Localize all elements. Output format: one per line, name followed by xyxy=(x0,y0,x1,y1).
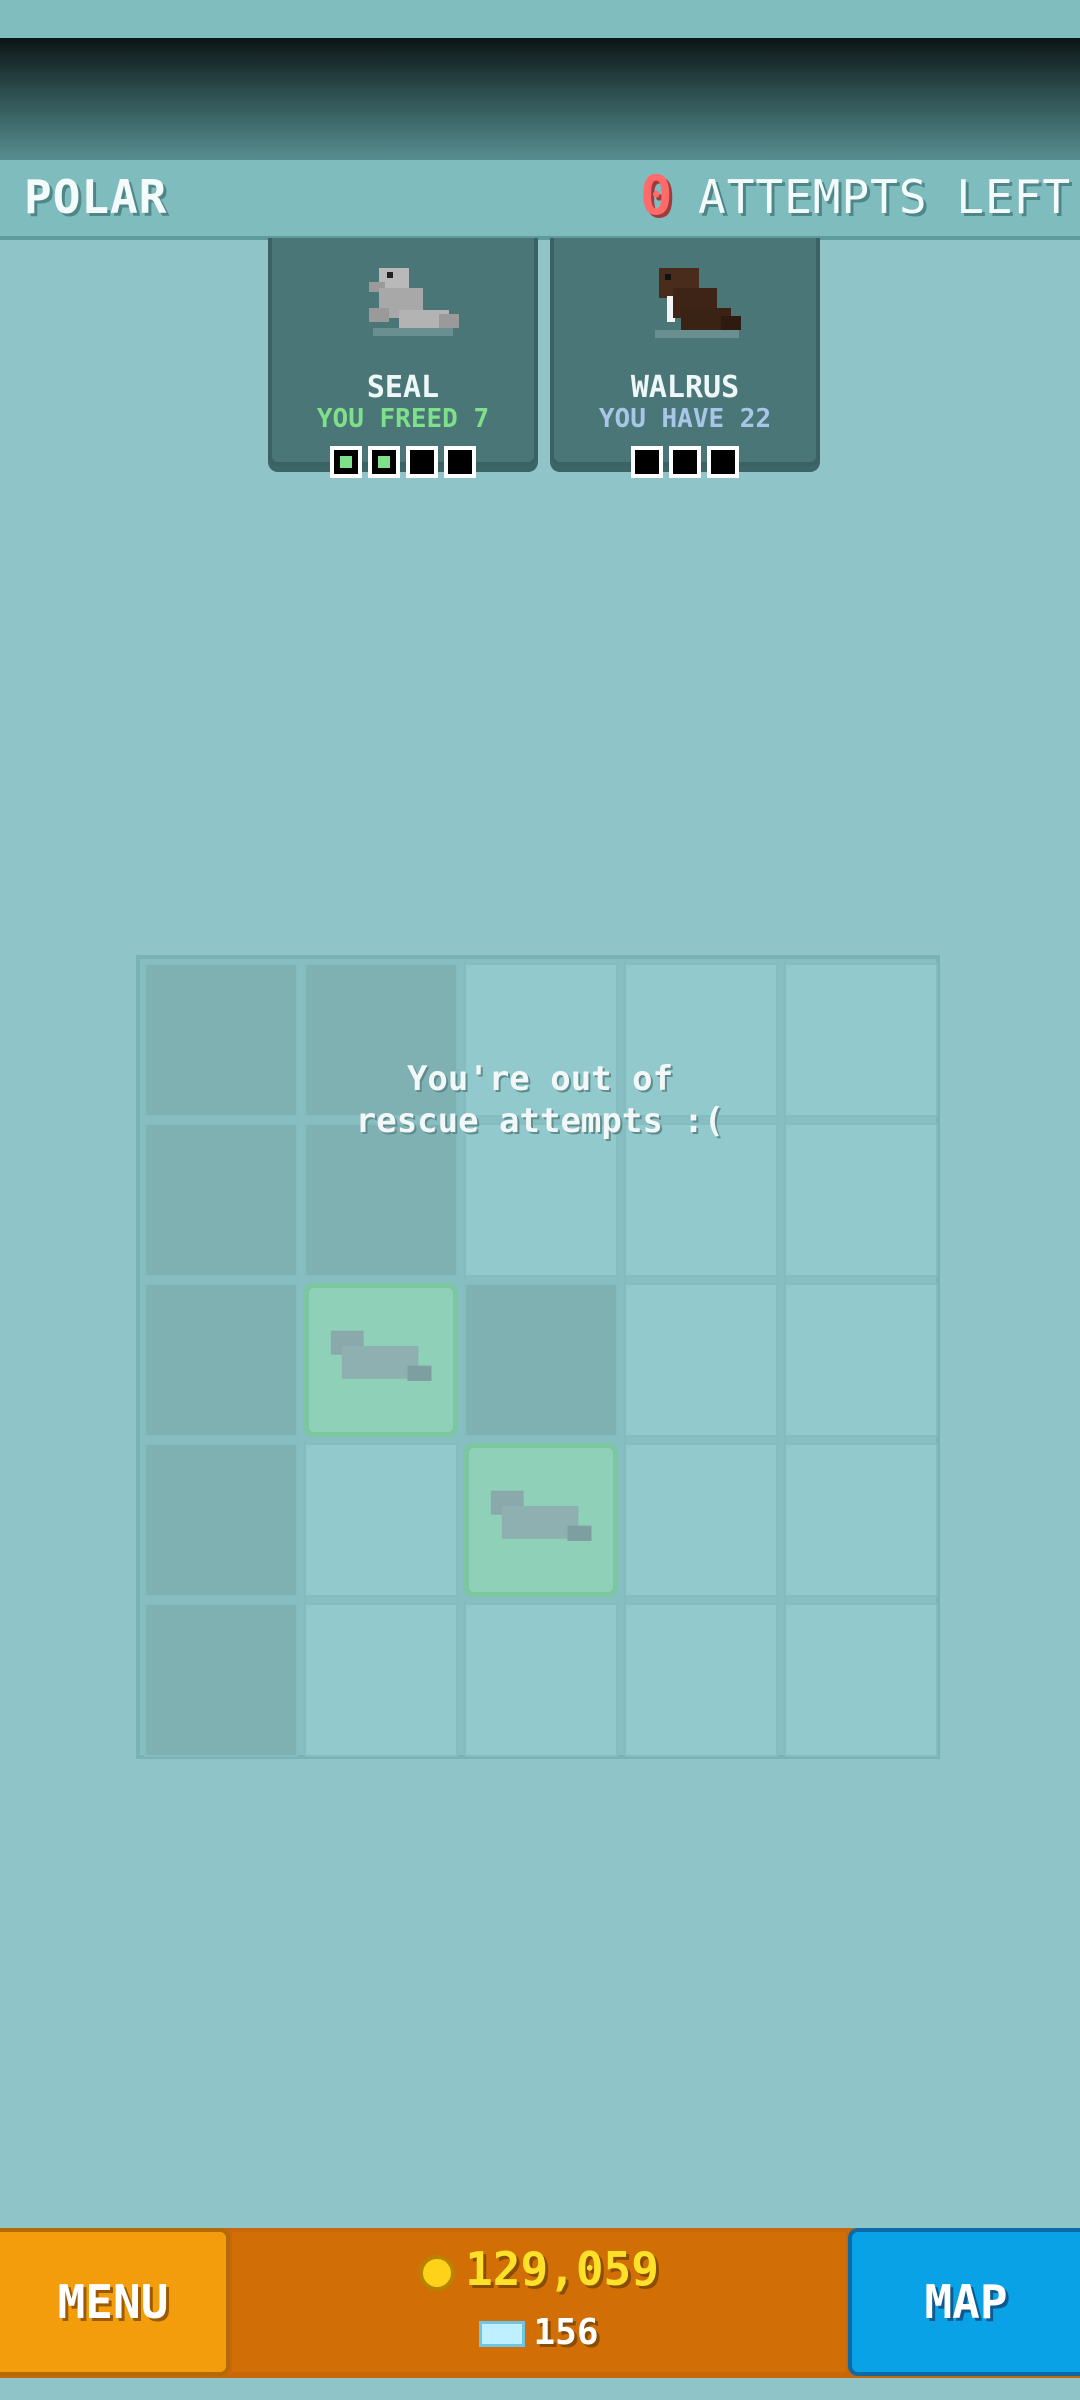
grid-cell-seal-found[interactable] xyxy=(464,1443,618,1597)
attempts-count: 0 xyxy=(640,164,673,227)
grid-cell[interactable] xyxy=(784,1603,938,1757)
grid-cell[interactable] xyxy=(144,1443,298,1597)
progress-boxes xyxy=(272,446,534,478)
grid-cell[interactable] xyxy=(464,1283,618,1437)
region-title: POLAR xyxy=(24,170,168,224)
animal-card-walrus[interactable]: WALRUS YOU HAVE 22 xyxy=(550,238,820,478)
out-of-attempts-message: You're out of rescue attempts :( xyxy=(300,1058,780,1142)
gem-balance: 156 xyxy=(232,2312,846,2353)
walrus-icon xyxy=(655,268,741,338)
grid-cell[interactable] xyxy=(624,1443,778,1597)
message-line-1: You're out of xyxy=(406,1059,674,1099)
animal-card-seal[interactable]: SEAL YOU FREED 7 xyxy=(268,238,538,478)
status-bar xyxy=(0,0,1080,38)
grid-cell[interactable] xyxy=(464,1123,618,1277)
attempts-label: ATTEMPTS LEFT xyxy=(698,170,1072,224)
seal-icon xyxy=(369,268,459,336)
progress-box-filled xyxy=(368,446,400,478)
grid-cell[interactable] xyxy=(144,1123,298,1277)
menu-button[interactable]: MENU xyxy=(0,2228,230,2376)
gem-value: 156 xyxy=(533,2312,599,2353)
grid-cell[interactable] xyxy=(304,1603,458,1757)
seal-icon xyxy=(330,1330,432,1381)
coin-icon xyxy=(419,2254,456,2291)
card-status: YOU FREED 7 xyxy=(316,404,490,434)
grid-cell[interactable] xyxy=(624,1603,778,1757)
grid-cell[interactable] xyxy=(784,1443,938,1597)
card-status: YOU HAVE 22 xyxy=(598,404,772,434)
grid-cell[interactable] xyxy=(144,963,298,1117)
progress-box-empty xyxy=(669,446,701,478)
currency-panel: 129,059 156 xyxy=(232,2232,846,2372)
ticket-icon xyxy=(479,2321,526,2347)
grid-cell[interactable] xyxy=(144,1603,298,1757)
coin-balance: 129,059 xyxy=(232,2242,846,2296)
grid-cell[interactable] xyxy=(624,1123,778,1277)
card-name: WALRUS xyxy=(630,370,740,405)
grid-cell[interactable] xyxy=(304,1123,458,1277)
grid-cell[interactable] xyxy=(304,1443,458,1597)
progress-box-empty xyxy=(444,446,476,478)
map-button[interactable]: MAP xyxy=(848,2228,1080,2376)
card-name: SEAL xyxy=(366,370,440,405)
progress-box-filled xyxy=(330,446,362,478)
progress-boxes xyxy=(554,446,816,478)
top-shade xyxy=(0,38,1080,168)
progress-box-empty xyxy=(707,446,739,478)
seal-icon xyxy=(490,1490,592,1541)
grid-cell[interactable] xyxy=(144,1283,298,1437)
coin-value: 129,059 xyxy=(465,2242,659,2296)
grid-cell[interactable] xyxy=(784,1123,938,1277)
progress-box-empty xyxy=(406,446,438,478)
message-line-2: rescue attempts :( xyxy=(355,1101,725,1141)
grid-cell-seal-found[interactable] xyxy=(304,1283,458,1437)
grid-cell[interactable] xyxy=(464,1603,618,1757)
grid-cell[interactable] xyxy=(624,1283,778,1437)
grid-cell[interactable] xyxy=(784,963,938,1117)
grid-cell[interactable] xyxy=(784,1283,938,1437)
progress-box-empty xyxy=(631,446,663,478)
